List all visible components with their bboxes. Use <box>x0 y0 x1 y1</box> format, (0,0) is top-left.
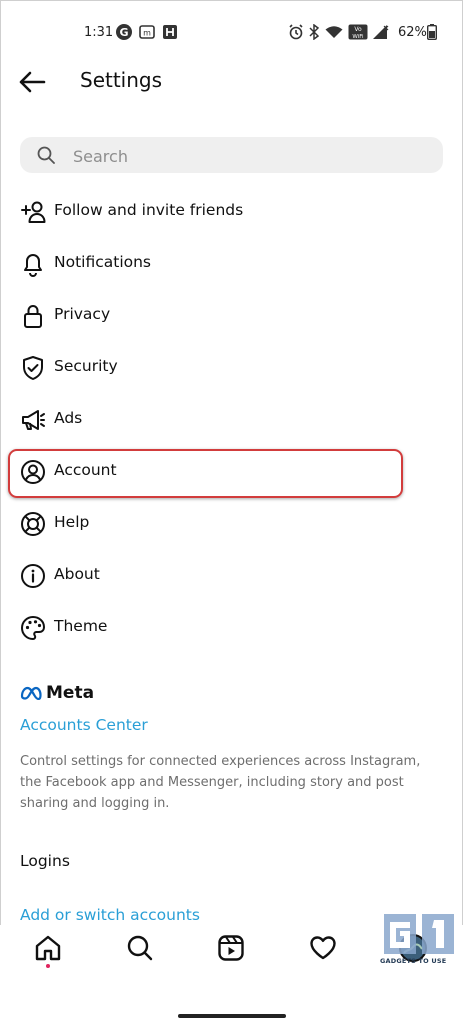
add-switch-accounts-link[interactable]: Add or switch accounts <box>20 906 200 924</box>
home-icon <box>35 935 61 961</box>
nav-reels-button[interactable] <box>216 933 246 963</box>
meta-description: Control settings for connected experienc… <box>20 754 421 811</box>
logins-section-title: Logins <box>20 852 70 870</box>
menu-item-theme[interactable]: Theme <box>0 604 463 652</box>
alarm-icon <box>288 24 304 40</box>
menu-item-ads[interactable]: Ads <box>0 396 463 444</box>
info-icon <box>21 564 45 588</box>
menu-item-label: Ads <box>54 409 83 427</box>
menu-item-label: Follow and invite friends <box>54 201 244 219</box>
menu-item-privacy[interactable]: Privacy <box>0 292 463 340</box>
reels-icon <box>218 935 244 961</box>
gesture-home-bar[interactable] <box>178 1014 286 1018</box>
app-notification-icon <box>162 24 178 40</box>
menu-item-about[interactable]: About <box>0 552 463 600</box>
menu-item-label: Privacy <box>54 305 111 323</box>
menu-item-label: Security <box>54 357 118 375</box>
status-bar: 1:31 G m Vo WiFi 62% <box>0 0 463 62</box>
bell-icon <box>24 254 42 277</box>
lock-icon <box>24 305 42 328</box>
heart-icon <box>310 936 336 960</box>
meta-infinity-icon <box>20 686 42 700</box>
menu-item-label: Theme <box>54 617 108 635</box>
notification-dot <box>46 964 50 968</box>
account-highlight-annotation <box>8 449 403 498</box>
status-time: 1:31 <box>84 25 114 40</box>
meta-logo: Meta <box>20 683 94 703</box>
back-button[interactable] <box>18 70 48 94</box>
palette-icon <box>21 616 45 640</box>
svg-text:m: m <box>143 29 151 38</box>
page-title: Settings <box>80 68 163 92</box>
nav-search-button[interactable] <box>125 933 155 963</box>
menu-item-label: Notifications <box>54 253 152 271</box>
svg-text:Vo: Vo <box>354 26 362 33</box>
battery-percent: 62% <box>398 25 427 40</box>
menu-item-notifications[interactable]: Notifications <box>0 240 463 288</box>
nav-home-button[interactable] <box>33 933 63 963</box>
vowifi-icon: Vo WiFi <box>348 24 368 40</box>
watermark-text: GADGETS TO USE <box>380 957 447 965</box>
accounts-center-link[interactable]: Accounts Center <box>20 716 148 734</box>
messages-icon: m <box>139 24 155 40</box>
shield-check-icon <box>23 356 43 380</box>
menu-item-label: Help <box>54 513 90 531</box>
google-icon: G <box>116 24 132 40</box>
svg-text:G: G <box>119 26 128 39</box>
bluetooth-icon <box>308 24 320 40</box>
header: Settings <box>0 62 463 124</box>
nav-activity-button[interactable] <box>308 933 338 963</box>
signal-icon <box>372 24 390 40</box>
search-bar[interactable] <box>20 137 443 173</box>
meta-logo-text: Meta <box>46 683 95 703</box>
wifi-icon <box>325 24 343 40</box>
arrow-left-icon <box>19 71 46 93</box>
menu-item-help[interactable]: Help <box>0 500 463 548</box>
megaphone-icon <box>22 410 45 430</box>
lifebuoy-icon <box>21 512 45 536</box>
menu-item-security[interactable]: Security <box>0 344 463 392</box>
add-person-icon <box>21 201 46 223</box>
menu-item-label: About <box>54 565 100 583</box>
battery-icon <box>427 24 437 40</box>
search-input[interactable] <box>71 143 425 169</box>
menu-item-follow-invite[interactable]: Follow and invite friends <box>0 188 463 236</box>
svg-text:WiFi: WiFi <box>352 34 364 40</box>
search-icon <box>127 935 153 961</box>
search-icon <box>37 146 55 164</box>
